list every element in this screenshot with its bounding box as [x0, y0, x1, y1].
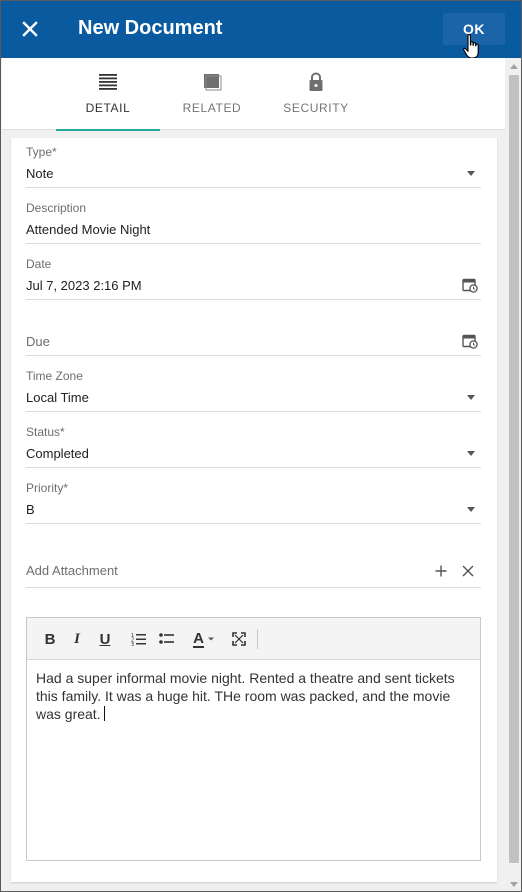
vertical-scrollbar[interactable] [506, 58, 521, 891]
type-label: Type* [26, 145, 57, 159]
chevron-down-icon[interactable] [467, 507, 475, 512]
chevron-down-icon [207, 637, 214, 641]
status-value: Completed [26, 446, 89, 461]
calendar-clock-icon[interactable] [462, 333, 478, 349]
add-attachment-field[interactable]: Add Attachment [26, 530, 481, 588]
time-zone-field[interactable]: Time Zone Local Time [26, 362, 481, 412]
fullscreen-icon [232, 632, 246, 646]
status-label: Status* [26, 425, 65, 439]
tab-label: DETAIL [85, 101, 131, 115]
scroll-down-button[interactable] [506, 876, 521, 891]
plus-icon [435, 565, 447, 577]
tab-label: SECURITY [283, 101, 349, 115]
list-lines-icon [99, 74, 117, 90]
description-value: Attended Movie Night [26, 222, 151, 237]
priority-label: Priority* [26, 481, 69, 495]
page-title: New Document [78, 17, 223, 39]
detail-form: Type* Note Description Attended Movie Ni… [11, 138, 497, 882]
chevron-down-icon[interactable] [467, 451, 475, 456]
calendar-clock-icon[interactable] [462, 277, 478, 293]
editor-text: Had a super informal movie night. Rented… [36, 670, 455, 722]
notes-editor[interactable]: B I U 1 2 3 A Had a super informal movie… [26, 617, 481, 861]
clear-attachment-button[interactable] [460, 563, 476, 579]
fullscreen-button[interactable] [231, 628, 247, 650]
time-zone-value: Local Time [26, 390, 89, 405]
triangle-down-icon [510, 881, 518, 887]
underline-button[interactable]: U [98, 628, 112, 650]
bullet-list-icon [158, 633, 174, 644]
close-button[interactable] [15, 14, 45, 44]
triangle-up-icon [510, 63, 518, 69]
font-color-label: A [193, 629, 204, 648]
svg-text:3: 3 [131, 642, 134, 646]
numbered-list-button[interactable]: 1 2 3 [130, 628, 146, 650]
description-label: Description [26, 201, 87, 215]
due-label: Due [26, 334, 50, 349]
priority-value: B [26, 502, 35, 517]
tab-related[interactable]: RELATED [160, 58, 264, 130]
status-field[interactable]: Status* Completed [26, 418, 481, 468]
italic-button[interactable]: I [70, 628, 84, 650]
numbered-list-icon: 1 2 3 [131, 633, 146, 646]
chevron-down-icon[interactable] [467, 171, 475, 176]
font-color-button[interactable]: A [190, 628, 218, 650]
tab-bar: DETAIL RELATED SECURITY [2, 58, 505, 131]
close-icon [462, 565, 474, 577]
type-field[interactable]: Type* Note [26, 138, 481, 188]
date-field[interactable]: Date Jul 7, 2023 2:16 PM [26, 250, 481, 300]
description-field[interactable]: Description Attended Movie Night [26, 194, 481, 244]
priority-field[interactable]: Priority* B [26, 474, 481, 524]
editor-toolbar: B I U 1 2 3 A [27, 618, 480, 660]
app-window: New Document OK DETAIL RELATED SECURITY … [0, 0, 522, 892]
text-caret [103, 706, 105, 721]
scrollbar-thumb[interactable] [509, 75, 519, 863]
bold-button[interactable]: B [43, 628, 57, 650]
close-icon [22, 21, 38, 37]
bullet-list-button[interactable] [158, 628, 174, 650]
date-value: Jul 7, 2023 2:16 PM [26, 278, 142, 293]
scroll-up-button[interactable] [506, 58, 521, 74]
lock-icon [309, 72, 323, 91]
editor-content[interactable]: Had a super informal movie night. Rented… [36, 669, 472, 723]
add-attachment-label: Add Attachment [26, 563, 118, 578]
type-value: Note [26, 166, 54, 181]
tab-detail[interactable]: DETAIL [56, 58, 160, 131]
date-label: Date [26, 257, 52, 271]
time-zone-label: Time Zone [26, 369, 83, 383]
chevron-down-icon[interactable] [467, 395, 475, 400]
tab-label: RELATED [182, 101, 242, 115]
stack-icon [204, 74, 222, 91]
add-attachment-button[interactable] [433, 563, 449, 579]
toolbar-separator [257, 629, 258, 649]
due-field[interactable]: Due [26, 306, 481, 356]
app-header: New Document OK [1, 1, 521, 59]
tab-security[interactable]: SECURITY [264, 58, 368, 130]
ok-button[interactable]: OK [443, 13, 505, 45]
